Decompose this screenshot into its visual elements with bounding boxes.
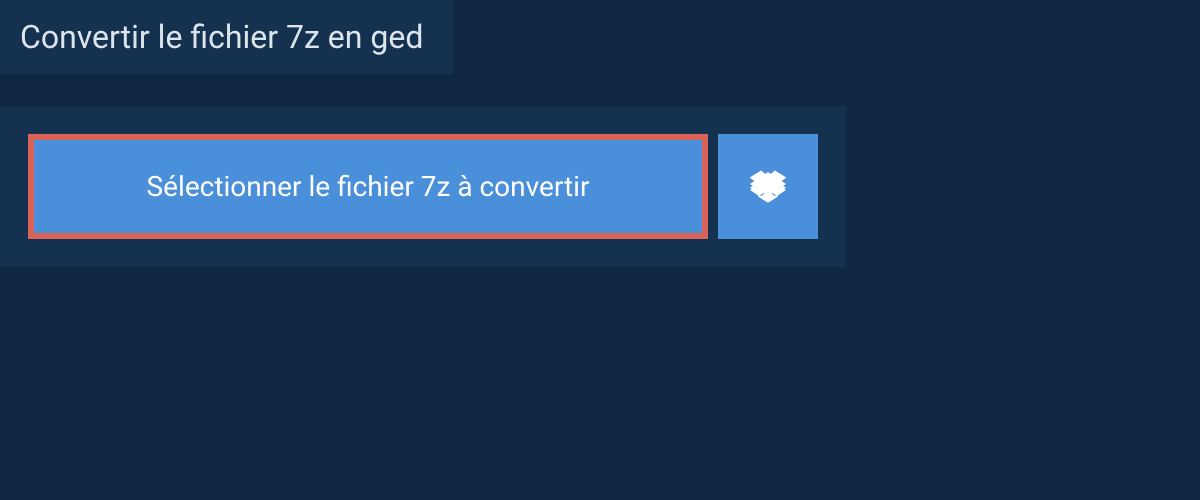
dropbox-icon	[750, 169, 786, 205]
heading-bar: Convertir le fichier 7z en ged	[0, 0, 453, 74]
converter-container: Convertir le fichier 7z en ged Sélection…	[0, 0, 1200, 267]
page-title: Convertir le fichier 7z en ged	[20, 18, 423, 56]
dropbox-button[interactable]	[718, 134, 818, 239]
select-file-button[interactable]: Sélectionner le fichier 7z à convertir	[28, 134, 708, 239]
upload-panel: Sélectionner le fichier 7z à convertir	[0, 106, 846, 267]
